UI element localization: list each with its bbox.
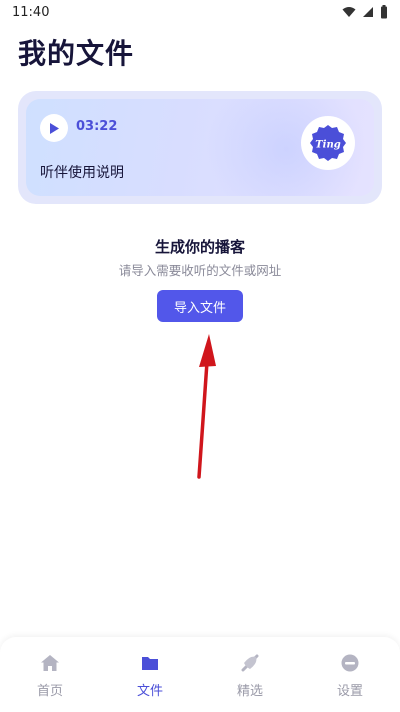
guide-card-title: 听伴使用说明 — [40, 165, 124, 181]
ting-logo-badge: Ting — [310, 125, 346, 161]
import-file-button[interactable]: 导入文件 — [157, 290, 243, 322]
nav-item-settings[interactable]: 设置 — [300, 637, 400, 712]
folder-icon — [142, 657, 158, 670]
status-icons — [342, 5, 388, 19]
wifi-icon — [342, 7, 356, 17]
nav-item-files[interactable]: 文件 — [100, 637, 200, 712]
ting-logo: Ting — [301, 116, 355, 170]
battery-icon — [381, 5, 387, 19]
duration-label: 03:22 — [76, 119, 118, 134]
signal-icon — [363, 7, 373, 17]
settings-icon — [341, 654, 359, 672]
guide-card[interactable]: 03:22 听伴使用说明 Ting — [18, 91, 382, 204]
status-bar: 11:40 — [0, 0, 400, 24]
nav-label-settings: 设置 — [336, 684, 363, 699]
nav-item-home[interactable]: 首页 — [0, 637, 100, 712]
ting-logo-text: Ting — [315, 140, 341, 151]
nav-item-featured[interactable]: 精选 — [200, 637, 300, 712]
nav-label-home: 首页 — [36, 684, 63, 699]
nav-label-files: 文件 — [136, 684, 163, 699]
status-time: 11:40 — [12, 4, 50, 20]
play-button[interactable] — [40, 114, 68, 142]
page-title: 我的文件 — [18, 37, 135, 70]
nav-label-featured: 精选 — [236, 684, 263, 699]
featured-icon — [241, 654, 259, 672]
empty-state-subtitle: 请导入需要收听的文件或网址 — [118, 263, 282, 278]
play-icon — [50, 122, 59, 134]
empty-state-title: 生成你的播客 — [154, 238, 245, 256]
guide-card-inner[interactable]: 03:22 听伴使用说明 Ting — [26, 99, 374, 196]
bottom-nav: 首页 文件 精选 设置 — [0, 637, 400, 712]
home-icon — [41, 655, 59, 671]
